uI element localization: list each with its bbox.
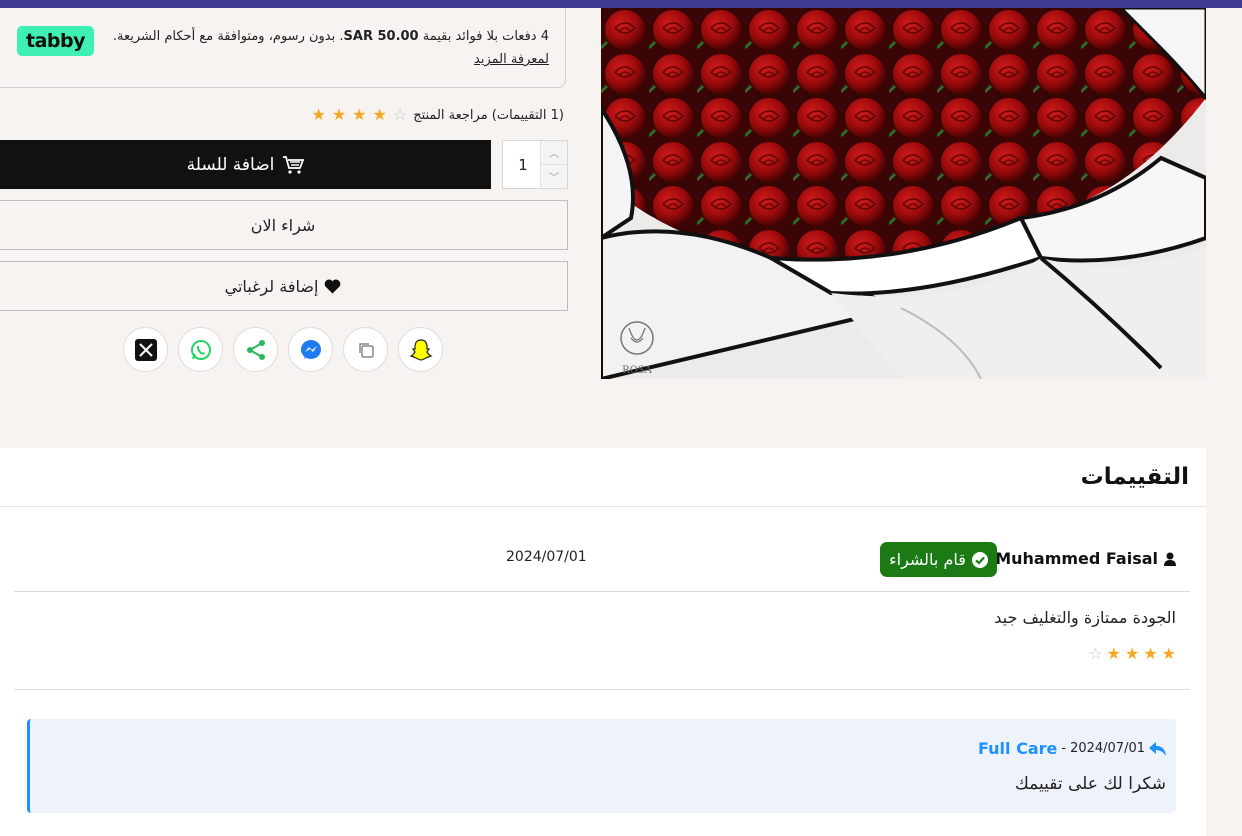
chevron-up-icon[interactable]: ︿ xyxy=(541,141,567,165)
check-circle-icon xyxy=(971,551,988,568)
quantity-stepper[interactable]: 1 ︿ ﹀ xyxy=(502,140,568,189)
copy-link-button[interactable] xyxy=(343,327,388,372)
star-filled-icon: ★ xyxy=(1124,644,1140,663)
reviewer-name: Muhammed Faisal xyxy=(995,549,1176,568)
copy-link-icon xyxy=(358,342,374,358)
add-to-wishlist-button[interactable]: إضافة لرغباتي xyxy=(0,261,568,311)
messenger-icon xyxy=(300,339,321,359)
product-image[interactable]: ROSA xyxy=(601,8,1206,379)
verified-label: قام بالشراء xyxy=(889,550,966,569)
share-messenger-button[interactable] xyxy=(288,327,333,372)
divider xyxy=(14,689,1190,690)
star-empty-icon: ☆ xyxy=(1088,644,1103,663)
reply-header: 2024/07/01 - Full Care xyxy=(978,739,1166,758)
reviewer-name-text: Muhammed Faisal xyxy=(995,549,1158,568)
star-filled-icon: ★ xyxy=(331,105,347,124)
heart-icon xyxy=(325,279,341,293)
reply-author: Full Care xyxy=(978,739,1058,758)
buy-now-label: شراء الان xyxy=(250,215,316,235)
share-whatsapp-button[interactable] xyxy=(178,327,223,372)
star-filled-icon: ★ xyxy=(1161,644,1176,663)
reply-date: 2024/07/01 xyxy=(1070,741,1145,756)
quantity-input[interactable]: 1 xyxy=(503,141,543,188)
share-general-button[interactable] xyxy=(233,327,278,372)
share-snapchat-button[interactable] xyxy=(398,327,443,372)
tabby-text-b: . بدون رسوم، ومتوافقة مع أحكام الشريعة. xyxy=(112,29,344,44)
rating-count-link[interactable]: (1 التقييمات) مراجعة المنتج xyxy=(413,108,564,123)
reviews-section: التقييمات Muhammed Faisal قام بالشراء 20… xyxy=(0,448,1206,836)
divider xyxy=(14,591,1190,592)
star-filled-icon: ★ xyxy=(352,105,367,124)
reply-separator: - xyxy=(1061,741,1067,756)
review-date: 2024/07/01 xyxy=(506,549,587,565)
svg-text:ROSA: ROSA xyxy=(622,365,653,376)
star-filled-icon: ★ xyxy=(311,105,326,124)
snapchat-icon xyxy=(408,338,433,361)
user-icon xyxy=(1164,552,1176,566)
verified-purchase-badge: قام بالشراء xyxy=(880,542,997,577)
star-filled-icon: ★ xyxy=(1143,644,1158,663)
product-rating: ★ ★ ★ ★ ☆ (1 التقييمات) مراجعة المنتج xyxy=(311,103,568,127)
top-accent-bar xyxy=(0,0,1242,8)
review-stars: ★ ★ ★ ★ ☆ xyxy=(1088,646,1176,662)
share-buttons xyxy=(123,327,443,372)
divider xyxy=(0,506,1206,507)
review-text: الجودة ممتازة والتغليف جيد xyxy=(994,608,1176,627)
chevron-down-icon[interactable]: ﹀ xyxy=(541,165,567,188)
wishlist-label: إضافة لرغباتي xyxy=(224,276,319,296)
tabby-description: 4 دفعات بلا فوائد بقيمة SAR 50.00. بدون … xyxy=(109,25,549,71)
star-filled-icon: ★ xyxy=(1106,644,1121,663)
share-x-button[interactable] xyxy=(123,327,168,372)
x-icon xyxy=(134,338,157,361)
buy-now-button[interactable]: شراء الان xyxy=(0,200,568,250)
add-to-cart-button[interactable]: اضافة للسلة xyxy=(0,140,491,189)
star-filled-icon: ★ xyxy=(372,105,387,124)
share-icon xyxy=(246,339,265,360)
store-reply: 2024/07/01 - Full Care شكرا لك على تقييم… xyxy=(27,719,1176,813)
rose-bouquet-image: ROSA xyxy=(601,8,1206,379)
reply-icon xyxy=(1149,741,1166,756)
add-to-cart-label: اضافة للسلة xyxy=(186,154,275,175)
cart-icon xyxy=(283,155,305,174)
tabby-amount: SAR 50.00 xyxy=(343,29,419,44)
star-empty-icon: ☆ xyxy=(392,105,408,124)
whatsapp-icon xyxy=(190,339,211,360)
tabby-text-a: 4 دفعات بلا فوائد بقيمة xyxy=(422,29,549,44)
reviews-title: التقييمات xyxy=(1080,464,1189,490)
tabby-installments-box: tabby 4 دفعات بلا فوائد بقيمة SAR 50.00.… xyxy=(0,8,566,88)
tabby-learn-more-link[interactable]: لمعرفة المزيد xyxy=(474,52,549,67)
tabby-logo: tabby xyxy=(17,26,94,56)
quantity-buttons: ︿ ﹀ xyxy=(540,141,567,188)
reply-text: شكرا لك على تقييمك xyxy=(1014,774,1166,794)
